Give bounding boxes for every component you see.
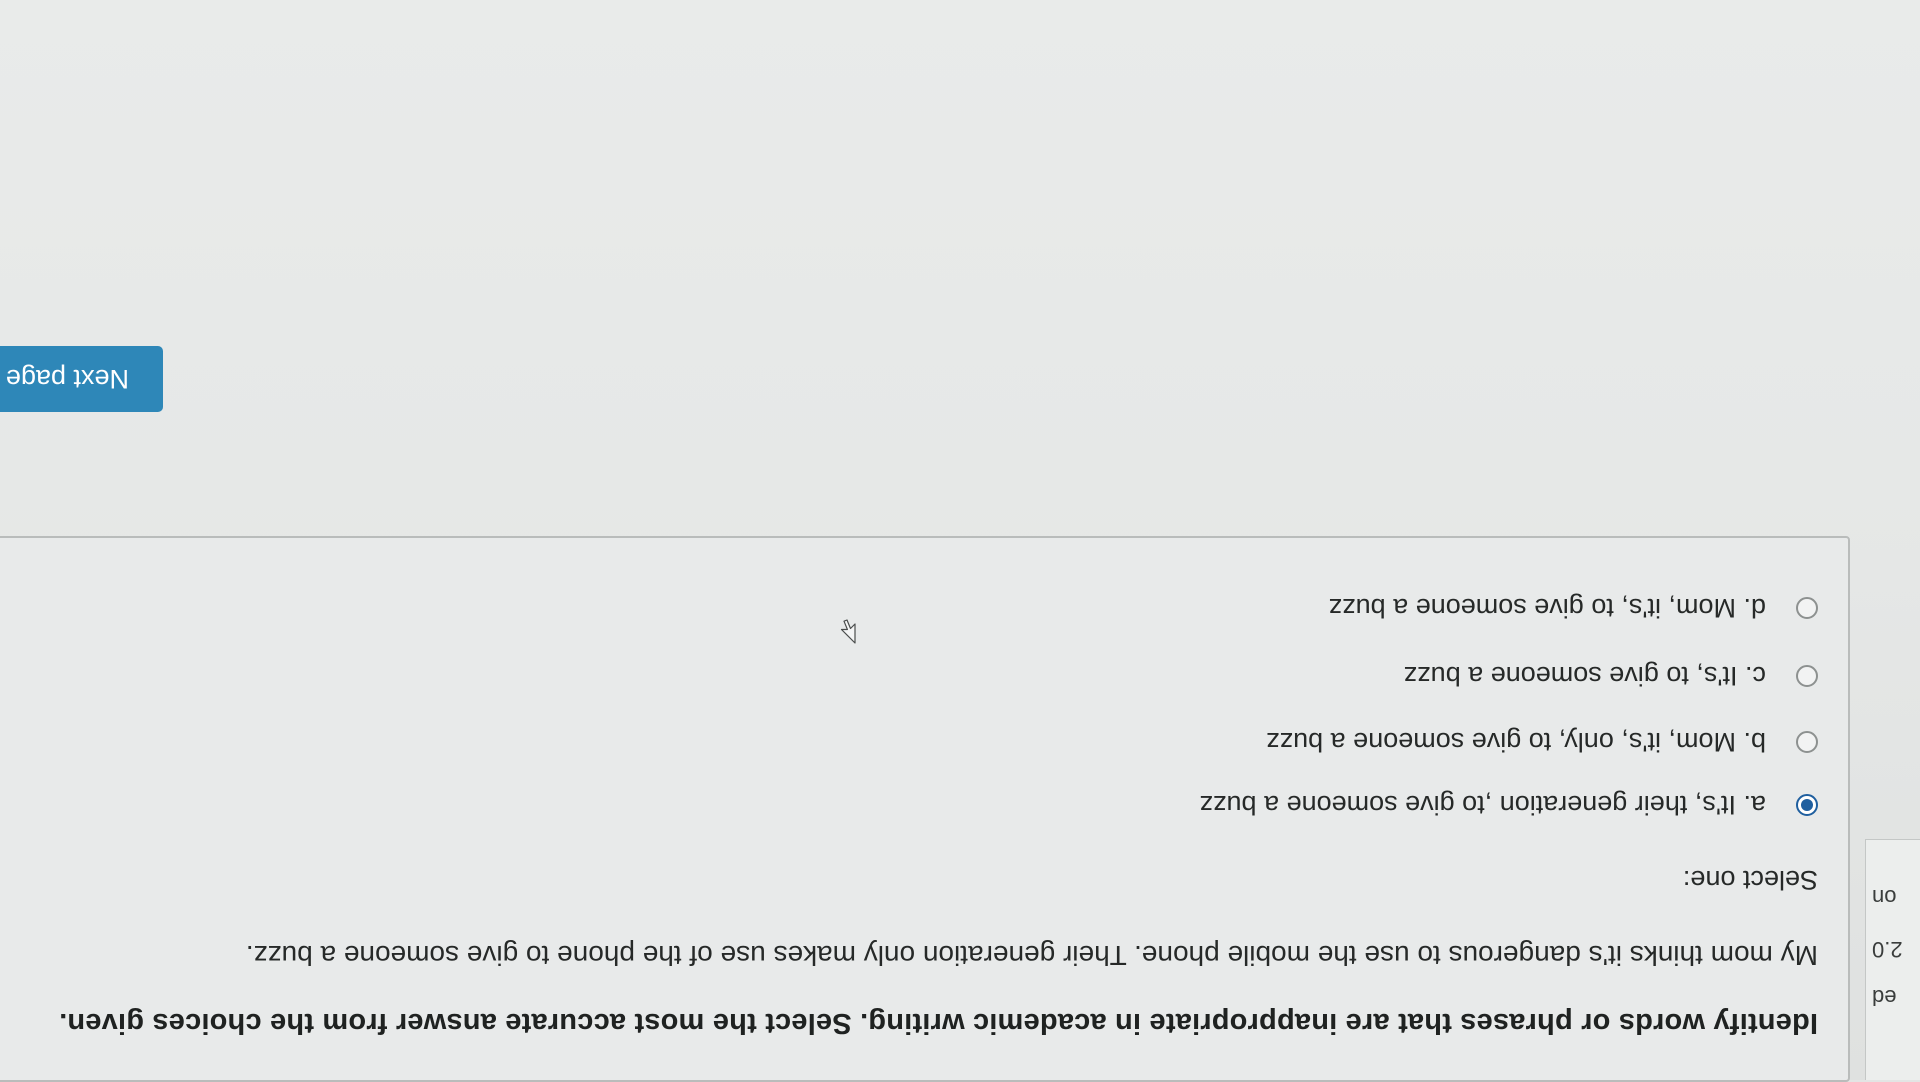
radio-button-a[interactable] xyxy=(1796,794,1818,816)
quiz-page: ed 2.0 on Identify words or phrases that… xyxy=(0,0,1920,1082)
answer-option-label: c. It's, to give someone a buzz xyxy=(1403,661,1766,692)
question-instruction: Identify words or phrases that are inapp… xyxy=(58,1007,1818,1039)
radio-button-d[interactable] xyxy=(1796,597,1818,619)
answer-option-b[interactable]: b. Mom, it's, only, to give someone a bu… xyxy=(1266,722,1818,762)
select-one-label: Select one: xyxy=(1682,865,1818,895)
answer-option-label: d. Mom, it's, to give someone a buzz xyxy=(1328,593,1766,624)
answer-option-a[interactable]: a. It's, their generation ,to give someo… xyxy=(1199,785,1818,825)
radio-button-b[interactable] xyxy=(1796,731,1818,753)
radio-button-c[interactable] xyxy=(1796,665,1818,687)
flag-question-text: on xyxy=(1872,885,1897,910)
next-page-button[interactable]: Next page xyxy=(0,346,163,412)
question-info-panel: ed 2.0 on xyxy=(1865,839,1920,1080)
question-status-text: ed xyxy=(1872,985,1897,1010)
question-prompt: My mom thinks it's dangerous to use the … xyxy=(245,940,1818,971)
answer-option-c[interactable]: c. It's, to give someone a buzz xyxy=(1404,656,1818,696)
question-text: Identify words or phrases that are inapp… xyxy=(58,936,1818,1042)
answer-option-d[interactable]: d. Mom, it's, to give someone a buzz xyxy=(1329,588,1818,628)
question-card: Identify words or phrases that are inapp… xyxy=(0,536,1850,1082)
arrow-cursor-icon xyxy=(840,619,856,644)
answer-option-label: a. It's, their generation ,to give someo… xyxy=(1199,790,1767,821)
answer-option-label: b. Mom, it's, only, to give someone a bu… xyxy=(1266,727,1766,758)
question-marks-text: 2.0 xyxy=(1872,937,1903,962)
